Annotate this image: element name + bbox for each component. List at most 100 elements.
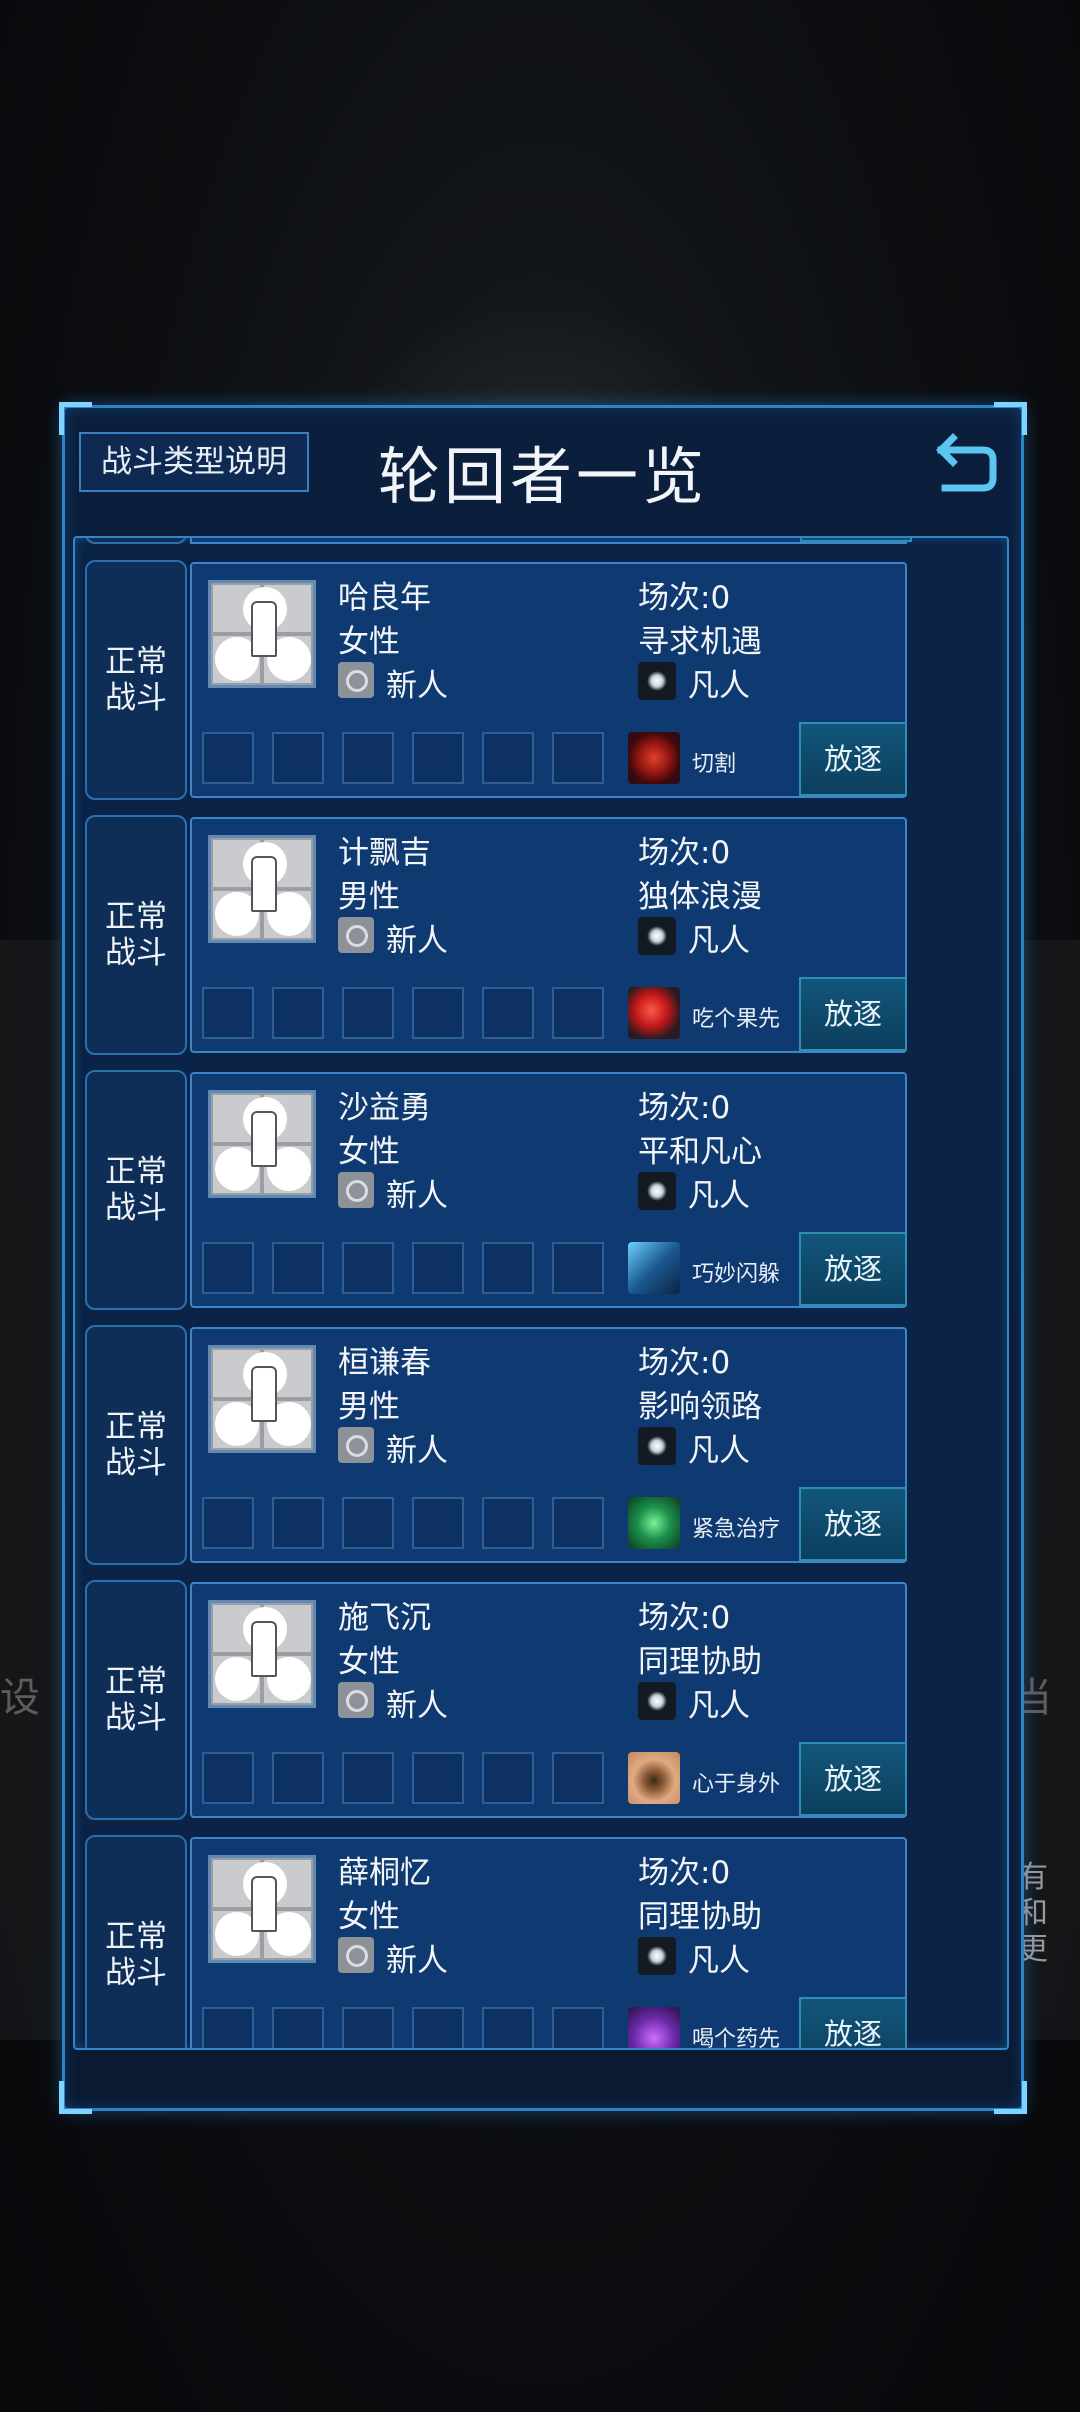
equipment-slots (202, 2007, 604, 2048)
reincarnator-row[interactable]: 正常战斗 薛桐忆 女性 新人 场次:0 同理协助 凡人 喝个药先 放逐 (85, 1835, 907, 2048)
reincarnator-row[interactable]: 正常战斗 施飞沉 女性 新人 场次:0 同理协助 凡人 心于身外 放逐 (85, 1580, 907, 1820)
equipment-slot[interactable] (202, 1242, 254, 1294)
equipment-slot[interactable] (482, 732, 534, 784)
equipment-slot[interactable] (342, 732, 394, 784)
reincarnator-row[interactable]: 正常战斗 桓谦春 男性 新人 场次:0 影响领路 凡人 紧急治疗 放逐 (85, 1325, 907, 1565)
equipment-slot[interactable] (482, 1752, 534, 1804)
battle-type-tag[interactable]: 正常战斗 (85, 560, 187, 800)
equipment-slot[interactable] (342, 1497, 394, 1549)
equipment-slot[interactable] (342, 1752, 394, 1804)
fate-spark-icon (638, 917, 676, 955)
equipment-slot[interactable] (552, 1752, 604, 1804)
dodge-icon[interactable] (628, 1242, 680, 1294)
reincarnator-card[interactable]: 薛桐忆 女性 新人 场次:0 同理协助 凡人 喝个药先 放逐 (190, 1837, 907, 2048)
battle-type-tag[interactable]: 正常战斗 (85, 1325, 187, 1565)
reincarnator-card[interactable]: 计飘吉 男性 新人 场次:0 独体浪漫 凡人 吃个果先 放逐 (190, 817, 907, 1053)
character-trait: 寻求机遇 (638, 624, 762, 660)
character-portrait[interactable] (208, 1345, 316, 1453)
battle-type-tag[interactable]: 正常战斗 (85, 1835, 187, 2048)
equipment-slot[interactable] (552, 1497, 604, 1549)
equipment-slot[interactable] (272, 732, 324, 784)
character-trait: 影响领路 (638, 1389, 762, 1425)
equipment-slot[interactable] (272, 987, 324, 1039)
character-portrait[interactable] (208, 1600, 316, 1708)
reincarnator-card[interactable]: 哈良年 女性 新人 场次:0 寻求机遇 凡人 切割 放逐 (190, 562, 907, 798)
equipment-slot[interactable] (202, 987, 254, 1039)
back-arrow-icon[interactable] (931, 428, 1001, 498)
character-fate: 凡人 (688, 923, 750, 959)
character-portrait[interactable] (208, 1090, 316, 1198)
equipment-slot[interactable] (412, 1752, 464, 1804)
exile-button[interactable]: 放逐 (799, 1997, 907, 2048)
claw-icon[interactable] (628, 732, 680, 784)
skill-name: 切割 (692, 752, 737, 777)
exile-button[interactable]: 放逐 (799, 722, 907, 796)
character-portrait[interactable] (208, 580, 316, 688)
equipment-slots (202, 987, 604, 1039)
reincarnator-card[interactable]: 桓谦春 男性 新人 场次:0 影响领路 凡人 紧急治疗 放逐 (190, 1327, 907, 1563)
character-name: 计飘吉 (338, 835, 431, 871)
equipment-slot[interactable] (552, 732, 604, 784)
skill-name: 紧急治疗 (692, 1517, 781, 1542)
equipment-slot[interactable] (272, 1242, 324, 1294)
character-trait: 平和凡心 (638, 1134, 762, 1170)
exile-button[interactable]: 放逐 (799, 1742, 907, 1816)
character-portrait[interactable] (208, 835, 316, 943)
equipment-slot[interactable] (272, 2007, 324, 2048)
character-gender: 女性 (338, 1134, 400, 1170)
equipment-slot[interactable] (482, 1497, 534, 1549)
reincarnator-row[interactable]: 正常战斗 沙益勇 女性 新人 场次:0 平和凡心 凡人 巧妙闪躲 放逐 (85, 1070, 907, 1310)
equipment-slot[interactable] (202, 1497, 254, 1549)
equipment-slot[interactable] (412, 1242, 464, 1294)
equipment-slot[interactable] (412, 2007, 464, 2048)
equipment-slot[interactable] (342, 2007, 394, 2048)
eye-icon[interactable] (628, 1752, 680, 1804)
reincarnator-panel: 战斗类型说明 轮回者一览 正常战斗 哈良年 女性 新人 场次:0 寻求机遇 凡人… (59, 402, 1027, 2114)
apple-icon[interactable] (628, 987, 680, 1039)
equipment-slot[interactable] (342, 1242, 394, 1294)
exile-button[interactable]: 放逐 (799, 1487, 907, 1561)
character-portrait[interactable] (208, 1855, 316, 1963)
equipment-slot[interactable] (412, 987, 464, 1039)
battle-type-label: 正常战斗 (105, 899, 167, 971)
character-rank: 新人 (386, 1178, 448, 1214)
equipment-slot[interactable] (342, 987, 394, 1039)
reincarnator-card[interactable]: 沙益勇 女性 新人 场次:0 平和凡心 凡人 巧妙闪躲 放逐 (190, 1072, 907, 1308)
equipment-slot[interactable] (552, 1242, 604, 1294)
equipment-slot[interactable] (482, 2007, 534, 2048)
heal-cross-icon[interactable] (628, 1497, 680, 1549)
equipment-slot[interactable] (412, 732, 464, 784)
equipment-slot[interactable] (552, 987, 604, 1039)
rank-badge-icon (338, 1937, 374, 1973)
equipment-slot[interactable] (482, 1242, 534, 1294)
equipment-slot[interactable] (482, 987, 534, 1039)
reincarnator-list[interactable]: 正常战斗 哈良年 女性 新人 场次:0 寻求机遇 凡人 切割 放逐 正常战斗 计… (73, 536, 1009, 2050)
equipment-slot[interactable] (202, 732, 254, 784)
equipment-slot[interactable] (272, 1752, 324, 1804)
battle-type-label: 正常战斗 (105, 1919, 167, 1991)
reincarnator-row[interactable]: 正常战斗 计飘吉 男性 新人 场次:0 独体浪漫 凡人 吃个果先 放逐 (85, 815, 907, 1055)
corner-decoration (988, 538, 1007, 557)
exile-button[interactable]: 放逐 (799, 1232, 907, 1306)
equipment-slot[interactable] (202, 2007, 254, 2048)
potion-icon[interactable] (628, 2007, 680, 2048)
reincarnator-row[interactable]: 正常战斗 哈良年 女性 新人 场次:0 寻求机遇 凡人 切割 放逐 (85, 560, 907, 800)
corner-decoration (988, 2029, 1007, 2048)
skill-name: 巧妙闪躲 (692, 1262, 781, 1287)
battle-type-tag[interactable]: 正常战斗 (85, 1580, 187, 1820)
equipment-slot[interactable] (552, 2007, 604, 2048)
character-fate: 凡人 (688, 1433, 750, 1469)
character-rank: 新人 (386, 1688, 448, 1724)
battle-count: 场次:0 (638, 1345, 731, 1381)
equipment-slot[interactable] (202, 1752, 254, 1804)
battle-type-tag[interactable]: 正常战斗 (85, 815, 187, 1055)
character-name: 哈良年 (338, 580, 431, 616)
equipment-slot[interactable] (272, 1497, 324, 1549)
exile-button[interactable]: 放逐 (799, 977, 907, 1051)
equipment-slot[interactable] (412, 1497, 464, 1549)
rank-badge-icon (338, 1172, 374, 1208)
battle-type-label: 正常战斗 (105, 644, 167, 716)
battle-type-tag[interactable]: 正常战斗 (85, 1070, 187, 1310)
reincarnator-card[interactable]: 施飞沉 女性 新人 场次:0 同理协助 凡人 心于身外 放逐 (190, 1582, 907, 1818)
corner-decoration (59, 2081, 92, 2114)
